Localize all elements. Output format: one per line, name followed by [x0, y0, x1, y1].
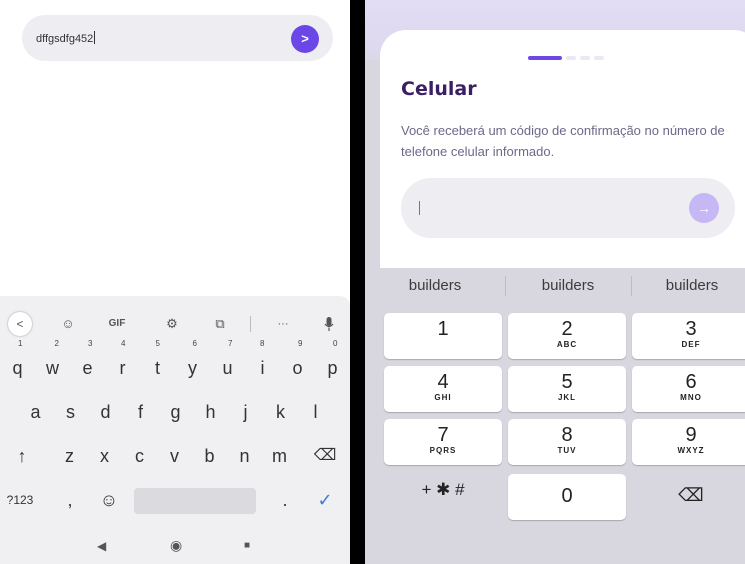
key-k[interactable]: k [263, 392, 298, 432]
backspace-key[interactable]: ⌫ [304, 436, 346, 476]
more-icon[interactable]: ··· [270, 312, 296, 336]
key-l[interactable]: l [298, 392, 333, 432]
send-button[interactable]: > [291, 25, 319, 53]
suggestion-item[interactable]: builders [632, 268, 745, 304]
shift-key[interactable]: ↑ [2, 436, 42, 476]
enter-key[interactable]: ✓ [312, 480, 338, 520]
key-e[interactable]: e3 [70, 340, 105, 388]
suggestion-bar: builders builders builders [365, 268, 745, 306]
key-f[interactable]: f [123, 392, 158, 432]
left-pane: dffgsdfg452 > < ☺ GIF ⚙ ⧉ ··· q1 w2 e3 r… [0, 0, 350, 564]
key-s[interactable]: s [53, 392, 88, 432]
right-pane: Celular Você receberá um código de confi… [365, 0, 745, 564]
key-b[interactable]: b [192, 436, 227, 476]
message-input-text: dffgsdfg452 [36, 31, 96, 45]
key-c[interactable]: c [122, 436, 157, 476]
nav-recents-icon[interactable]: ■ [244, 540, 250, 551]
translate-icon[interactable]: ⧉ [210, 312, 230, 336]
keypad-2[interactable]: 2 ABC [508, 313, 626, 359]
sticker-icon[interactable]: ☺ [58, 312, 78, 336]
key-d[interactable]: d [88, 392, 123, 432]
comma-key[interactable]: , [60, 480, 80, 520]
key-o[interactable]: o9 [280, 340, 315, 388]
keypad-7[interactable]: 7 PQRS [384, 419, 502, 465]
key-y[interactable]: y6 [175, 340, 210, 388]
mic-icon[interactable] [318, 312, 340, 336]
keyboard-toolbar: < ☺ GIF ⚙ ⧉ ··· [0, 312, 350, 336]
toolbar-divider [250, 316, 251, 332]
key-t[interactable]: t5 [140, 340, 175, 388]
key-x[interactable]: x [87, 436, 122, 476]
keypad-4[interactable]: 4 GHI [384, 366, 502, 412]
key-n[interactable]: n [227, 436, 262, 476]
keypad-5[interactable]: 5 JKL [508, 366, 626, 412]
chevron-left-icon[interactable]: < [8, 312, 32, 336]
key-g[interactable]: g [158, 392, 193, 432]
qwerty-keyboard: < ☺ GIF ⚙ ⧉ ··· q1 w2 e3 r4 t5 y6 u7 i8 … [0, 296, 350, 564]
progress-dot [566, 56, 576, 60]
space-bar[interactable] [134, 488, 256, 514]
emoji-key[interactable]: ☺ [96, 480, 122, 520]
page-description: Você receberá um código de confirmação n… [401, 123, 725, 159]
text-caret [419, 201, 420, 215]
nav-back-icon[interactable]: ◀ [97, 539, 106, 553]
key-p[interactable]: p0 [315, 340, 350, 388]
key-h[interactable]: h [193, 392, 228, 432]
keyboard-row-4: ?123 , ☺ . ✓ [0, 480, 350, 520]
key-r[interactable]: r4 [105, 340, 140, 388]
key-v[interactable]: v [157, 436, 192, 476]
bottom-sheet: Celular Você receberá um código de confi… [380, 30, 745, 270]
gear-icon[interactable]: ⚙ [162, 312, 182, 336]
period-key[interactable]: . [275, 480, 295, 520]
keypad-1[interactable]: 1 [384, 313, 502, 359]
message-input[interactable]: dffgsdfg452 > [22, 15, 333, 61]
backspace-icon[interactable]: ⌫ [632, 474, 745, 520]
progress-dot-active [528, 56, 562, 60]
key-i[interactable]: i8 [245, 340, 280, 388]
keypad-0[interactable]: 0 [508, 474, 626, 520]
key-q[interactable]: q1 [0, 340, 35, 388]
nav-home-icon[interactable]: ◉ [170, 537, 182, 554]
key-a[interactable]: a [18, 392, 53, 432]
symbols-key[interactable]: ?123 [2, 480, 38, 520]
keypad-8[interactable]: 8 TUV [508, 419, 626, 465]
progress-dot [594, 56, 604, 60]
keyboard-row-2: a s d f g h j k l [0, 392, 350, 432]
key-w[interactable]: w2 [35, 340, 70, 388]
keypad-3[interactable]: 3 DEF [632, 313, 745, 359]
text-caret [94, 31, 96, 44]
progress-dot [580, 56, 590, 60]
page-title: Celular [401, 78, 477, 100]
gif-button[interactable]: GIF [103, 312, 131, 336]
key-j[interactable]: j [228, 392, 263, 432]
arrow-right-icon[interactable]: → [689, 193, 719, 223]
key-z[interactable]: z [52, 436, 87, 476]
suggestion-item[interactable]: builders [365, 268, 505, 304]
keypad-6[interactable]: 6 MNO [632, 366, 745, 412]
suggestion-item[interactable]: builders [506, 268, 630, 304]
keyboard-row-3: ↑ z x c v b n m ⌫ [0, 436, 350, 476]
phone-input[interactable]: → [401, 178, 735, 238]
key-u[interactable]: u7 [210, 340, 245, 388]
keypad-9[interactable]: 9 WXYZ [632, 419, 745, 465]
keyboard-row-1: q1 w2 e3 r4 t5 y6 u7 i8 o9 p0 [0, 340, 350, 388]
pane-divider [350, 0, 365, 564]
keypad-symbols[interactable]: + ✱ # [384, 474, 502, 520]
system-nav-bar: ◀ ◉ ■ [0, 530, 350, 564]
key-m[interactable]: m [262, 436, 297, 476]
